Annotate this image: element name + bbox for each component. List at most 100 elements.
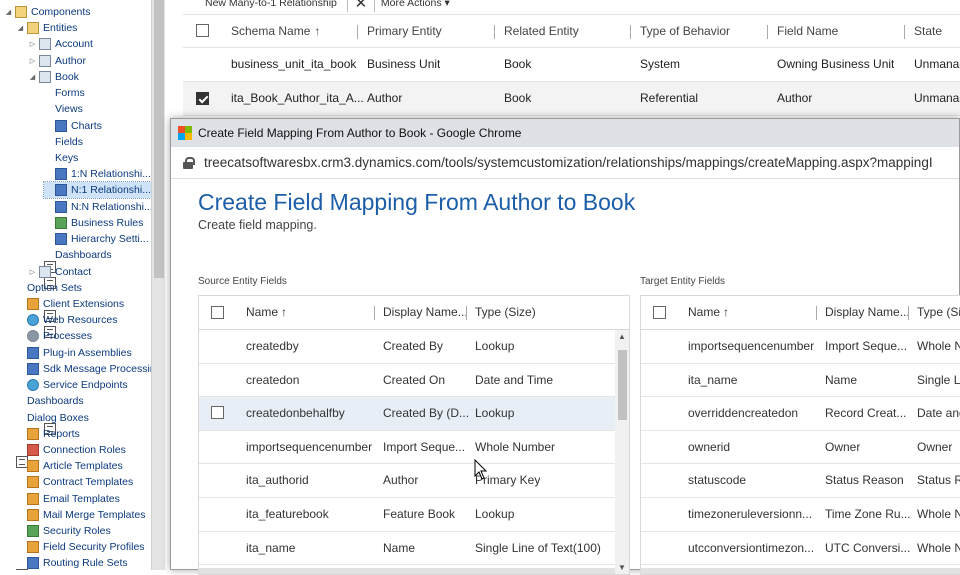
tree-item[interactable]: Forms bbox=[44, 85, 85, 274]
column-header[interactable]: Type (Si bbox=[917, 296, 960, 329]
row-checkbox[interactable] bbox=[211, 406, 224, 420]
table-row[interactable]: business_unit_ita_book Business Unit Book S… bbox=[183, 48, 960, 82]
list-item[interactable]: ita_authorid Author Primary Key bbox=[199, 464, 629, 498]
tree-item[interactable]: Plug-in Assemblies bbox=[16, 345, 132, 361]
list-item[interactable]: ita_name Name Single Line of Text(100) bbox=[199, 532, 629, 566]
column-separator[interactable] bbox=[904, 25, 905, 39]
column-header[interactable]: Primary Entity bbox=[367, 15, 442, 48]
table-cell: System bbox=[640, 57, 681, 71]
tree-item[interactable]: Dashboards bbox=[16, 393, 84, 570]
list-item[interactable]: ita_name Name Single Li bbox=[641, 364, 960, 398]
relationship-icon bbox=[55, 200, 67, 213]
select-all-checkbox[interactable] bbox=[653, 306, 666, 319]
tree-item[interactable]: ◢ Book bbox=[28, 69, 79, 85]
collapse-icon[interactable]: ◢ bbox=[28, 73, 37, 81]
scroll-down-icon[interactable]: ▼ bbox=[618, 563, 626, 572]
tree-item[interactable]: Article Templates bbox=[16, 458, 123, 474]
list-item[interactable]: utcconversiontimezon... UTC Conversi... Wh… bbox=[641, 532, 960, 566]
tree-item[interactable]: N:1 Relationshi... bbox=[43, 181, 151, 200]
more-actions-label: More Actions bbox=[380, 0, 442, 9]
column-header[interactable]: State bbox=[914, 15, 942, 48]
collapse-icon[interactable]: ◢ bbox=[4, 8, 13, 16]
tree-item[interactable]: Connection Roles bbox=[16, 442, 126, 458]
column-separator[interactable] bbox=[357, 25, 358, 39]
tree-item-label: Field Security Profiles bbox=[43, 541, 145, 554]
column-header[interactable]: Type of Behavior bbox=[640, 15, 730, 48]
column-header[interactable]: Related Entity bbox=[504, 15, 579, 48]
tree-item[interactable]: ◢ Entities bbox=[16, 20, 77, 36]
tree-item[interactable]: Client Extensions bbox=[16, 296, 124, 312]
source-grid-horizontal-scrollbar[interactable] bbox=[199, 568, 615, 574]
tree-scrollbar[interactable] bbox=[151, 0, 165, 570]
tree-item[interactable]: Fields bbox=[44, 134, 83, 322]
tree-item[interactable]: Option Sets bbox=[16, 280, 82, 468]
list-item[interactable]: importsequencenumber Import Seque... Whole… bbox=[199, 431, 629, 465]
tree-item[interactable]: Keys bbox=[44, 150, 78, 338]
tree-item[interactable]: ◢ Components bbox=[4, 4, 91, 20]
window-titlebar[interactable]: Create Field Mapping From Author to Book… bbox=[171, 119, 959, 147]
tree-item[interactable]: Service Endpoints bbox=[16, 377, 128, 393]
tree-item[interactable]: ▷ Author bbox=[28, 53, 86, 69]
more-actions-button[interactable]: More Actions ▾ bbox=[377, 0, 450, 10]
column-separator[interactable] bbox=[816, 306, 817, 320]
tree-item[interactable]: Dashboards bbox=[44, 247, 112, 436]
list-item[interactable]: ownerid Owner Owner bbox=[641, 431, 960, 465]
new-relationship-button[interactable]: New Many-to-1 Relationship bbox=[165, 0, 345, 10]
collapse-icon[interactable]: ◢ bbox=[16, 24, 25, 32]
tree-item[interactable]: Processes bbox=[16, 328, 92, 344]
column-header[interactable]: Name ↑ bbox=[688, 296, 729, 329]
list-item[interactable]: importsequencenumber Import Seque... Whole… bbox=[641, 330, 960, 364]
column-separator[interactable] bbox=[908, 306, 909, 320]
expand-icon[interactable]: ▷ bbox=[28, 40, 37, 48]
scrollbar-thumb[interactable] bbox=[618, 350, 627, 420]
column-header[interactable]: Display Name... bbox=[383, 296, 468, 329]
source-grid-vertical-scrollbar[interactable]: ▲ ▼ bbox=[615, 330, 629, 574]
column-separator[interactable] bbox=[630, 25, 631, 39]
tree-item[interactable]: Reports bbox=[16, 426, 80, 442]
list-item[interactable]: createdonbehalfby Created By (D... Lookup bbox=[199, 397, 629, 431]
expand-icon[interactable]: ▷ bbox=[28, 268, 37, 276]
list-item[interactable]: ita_featurebook Feature Book Lookup bbox=[199, 498, 629, 532]
table-row[interactable]: ita_Book_Author_ita_A... Author Book Refere… bbox=[183, 82, 960, 116]
tree-item[interactable]: Charts bbox=[44, 118, 102, 134]
column-header[interactable]: Field Name bbox=[777, 15, 838, 48]
column-separator[interactable] bbox=[374, 306, 375, 320]
tree-item[interactable]: N:N Relationshi... bbox=[44, 199, 151, 215]
list-item[interactable]: createdon Created On Date and Time bbox=[199, 364, 629, 398]
scroll-up-icon[interactable]: ▲ bbox=[618, 332, 626, 341]
tree-item[interactable]: Web Resources bbox=[16, 312, 118, 328]
tree-scrollbar-thumb[interactable] bbox=[154, 0, 164, 278]
row-checkbox[interactable] bbox=[196, 92, 209, 105]
column-header[interactable]: Type (Size) bbox=[475, 296, 536, 329]
tree-item[interactable]: Routing Rule Sets bbox=[16, 555, 128, 570]
tree-item[interactable]: Sdk Message Processin... bbox=[16, 361, 151, 377]
tree-item[interactable]: ▷ Account bbox=[28, 36, 93, 52]
column-separator[interactable] bbox=[767, 25, 768, 39]
list-item[interactable]: overriddencreatedon Record Creat... Date a… bbox=[641, 397, 960, 431]
select-all-checkbox[interactable] bbox=[196, 24, 209, 37]
tree-item[interactable]: Views bbox=[44, 101, 83, 290]
column-header[interactable]: Display Name... bbox=[825, 296, 910, 329]
tree-item[interactable]: Dialog Boxes bbox=[16, 410, 89, 426]
tree-item[interactable]: Business Rules bbox=[44, 215, 143, 231]
tree-item[interactable]: Contract Templates bbox=[16, 474, 133, 490]
address-bar[interactable]: treecatsoftwaresbx.crm3.dynamics.com/too… bbox=[171, 147, 959, 179]
tree-item[interactable]: ▷ Contact bbox=[28, 264, 91, 280]
target-grid-horizontal-scrollbar[interactable] bbox=[641, 568, 960, 574]
tree-item[interactable]: Hierarchy Setti... bbox=[44, 231, 149, 247]
tree-item[interactable]: Mail Merge Templates bbox=[16, 507, 146, 523]
list-item[interactable]: createdby Created By Lookup bbox=[199, 330, 629, 364]
select-all-checkbox[interactable] bbox=[211, 306, 224, 319]
expand-icon[interactable]: ▷ bbox=[28, 57, 37, 65]
tree-item[interactable]: Field Security Profiles bbox=[16, 539, 145, 555]
column-header[interactable]: Schema Name ↑ bbox=[231, 15, 320, 48]
list-item[interactable]: statuscode Status Reason Status R bbox=[641, 464, 960, 498]
tree-item[interactable]: 1:N Relationshi... bbox=[44, 166, 151, 182]
tree-item[interactable]: Security Roles bbox=[16, 523, 111, 539]
list-item[interactable]: timezoneruleversionn... Time Zone Ru... Wh… bbox=[641, 498, 960, 532]
column-separator[interactable] bbox=[466, 306, 467, 320]
column-separator[interactable] bbox=[494, 25, 495, 39]
tree-item[interactable]: Email Templates bbox=[16, 491, 120, 507]
delete-icon[interactable]: ✕ bbox=[350, 0, 372, 11]
column-header[interactable]: Name ↑ bbox=[246, 296, 287, 329]
